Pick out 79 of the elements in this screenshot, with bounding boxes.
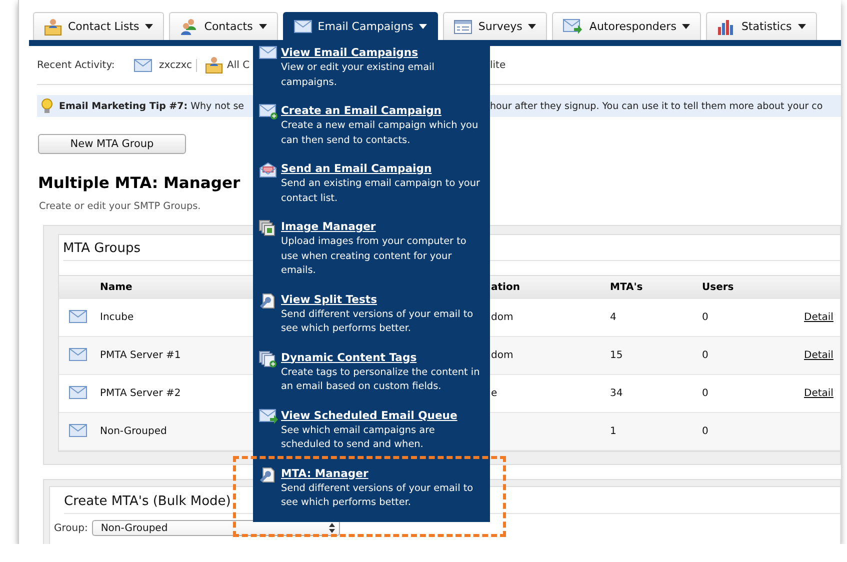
menu-item-description: Create tags to personalize the content in an email based on custom fields. — [281, 366, 481, 394]
table-cell: e — [491, 388, 498, 399]
envelope-icon — [69, 310, 87, 322]
table-cell: dom — [491, 350, 514, 361]
wrench-page-icon — [259, 292, 275, 308]
envelope-icon — [134, 58, 152, 72]
menu-item[interactable]: MTA: Manager — [281, 464, 368, 482]
table-cell: 15 — [610, 350, 623, 361]
group-label: Group: — [54, 522, 88, 534]
details-link[interactable]: Detail — [804, 312, 834, 323]
details-link[interactable]: Detail — [804, 388, 834, 399]
table-cell: 4 — [610, 312, 616, 323]
images-icon — [259, 220, 275, 236]
envelope-icon — [259, 46, 277, 59]
table-cell: 0 — [702, 312, 708, 323]
menu-item-description: See which email campaigns are scheduled to send and when. — [281, 424, 436, 452]
nav-tab[interactable]: Autoresponders — [552, 12, 702, 40]
menu-item[interactable]: View Split Tests — [281, 290, 378, 308]
person-folder-icon — [44, 18, 62, 36]
envelope-icon — [69, 386, 87, 398]
table-cell: 34 — [610, 388, 623, 399]
envelope-icon — [294, 20, 312, 33]
table-cell: 0 — [702, 426, 708, 437]
menu-item-description: View or edit your existing email campaigns. — [281, 61, 436, 90]
page-subtitle: Create or edit your SMTP Groups. — [39, 201, 201, 212]
table-cell: 1 — [610, 426, 616, 437]
pages-plus-icon — [259, 350, 277, 368]
up-down-arrows-icon — [328, 523, 335, 533]
column-header: MTA's — [610, 282, 643, 292]
table-cell: 0 — [702, 388, 708, 399]
menu-item-description: Send different versions of your email to see which performs better. — [281, 308, 474, 336]
people-icon — [180, 18, 198, 36]
tip-text: Email Marketing Tip #7: Why not se — [59, 100, 244, 112]
open-envelope-icon — [259, 162, 277, 178]
caret-icon — [682, 24, 690, 29]
bar-chart-icon — [717, 18, 736, 34]
menu-item[interactable]: View Scheduled Email Queue — [281, 406, 458, 424]
nav-tab[interactable]: Surveys — [443, 12, 548, 40]
nav-tab[interactable]: Statistics — [706, 12, 817, 40]
menu-item[interactable]: Image Manager — [281, 218, 376, 235]
menu-item[interactable]: Dynamic Content Tags — [281, 348, 417, 366]
activity-link[interactable]: All C — [227, 60, 250, 70]
activity-link[interactable]: zxczxc — [159, 60, 192, 70]
menu-item-description: Send an existing email campaign to your contact list. — [281, 177, 481, 206]
table-cell: PMTA Server #1 — [100, 350, 181, 361]
column-header: Name — [100, 282, 132, 292]
recent-activity-label: Recent Activity: — [37, 60, 116, 70]
table-cell: Non-Grouped — [100, 426, 167, 437]
table-cell: Incube — [100, 312, 134, 323]
details-link[interactable]: Detail — [804, 350, 834, 361]
table-cell: 0 — [702, 350, 708, 361]
form-icon — [454, 20, 472, 34]
column-header: Users — [702, 282, 734, 292]
column-header: ation — [491, 282, 520, 292]
envelope-icon — [69, 348, 87, 360]
tip-text: hour after they signup. You can use it to tell them more about your co — [490, 100, 823, 112]
table-cell: dom — [491, 312, 514, 323]
caret-icon — [528, 24, 536, 29]
envelope-plus-icon — [259, 104, 278, 120]
menu-item-description: Create a new email campaign which you can then send to contacts. — [281, 119, 480, 148]
nav-tab[interactable]: Contact Lists — [33, 12, 164, 40]
caret-icon — [258, 24, 267, 29]
table-cell: PMTA Server #2 — [100, 388, 181, 399]
person-folder-icon — [205, 56, 223, 74]
light-bulb-icon — [41, 98, 53, 114]
caret-icon — [145, 24, 154, 29]
caret-icon — [798, 24, 806, 29]
caret-icon — [419, 24, 428, 29]
envelope-icon — [69, 424, 87, 436]
menu-item[interactable]: View Email Campaigns — [281, 44, 418, 61]
new-mta-group-button[interactable]: New MTA Group — [38, 134, 186, 154]
activity-link[interactable]: lite — [490, 60, 506, 70]
nav-tab[interactable]: Contacts — [169, 12, 278, 40]
menu-item[interactable]: Send an Email Campaign — [281, 160, 432, 177]
menu-item[interactable]: Create an Email Campaign — [281, 102, 442, 119]
nav-tab[interactable]: Email Campaigns — [282, 12, 438, 40]
group-select[interactable]: Non-Grouped — [92, 520, 340, 536]
page-title: Multiple MTA: Manager — [38, 174, 240, 192]
wrench-page-icon — [259, 466, 275, 482]
